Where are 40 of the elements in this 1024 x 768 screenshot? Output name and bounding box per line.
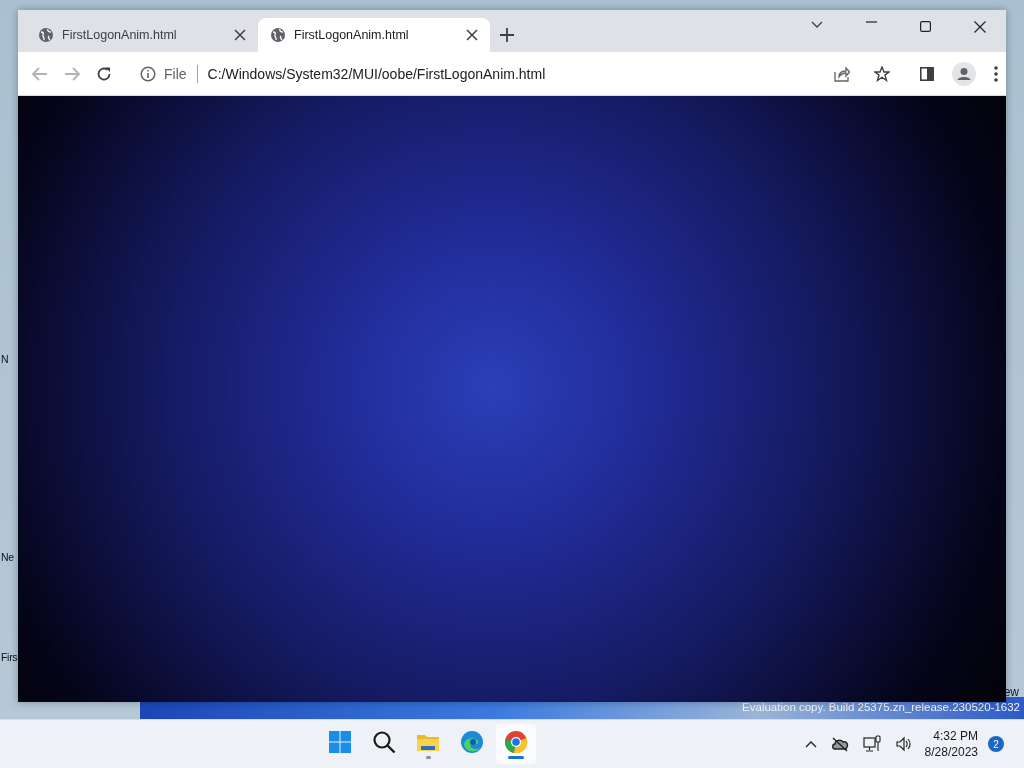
url-text: C:/Windows/System32/MUI/oobe/FirstLogonAnim.html [207,65,546,82]
maximize-icon[interactable] [920,21,931,32]
tab-title: FirstLogonAnim.html [62,28,178,42]
desktop-icon-label[interactable]: Ne [1,550,14,564]
globe-icon [270,27,286,43]
desktop-icon-label[interactable]: N [1,352,9,366]
clock-button[interactable]: 4:32 PM 8/28/2023 [924,728,978,760]
edge-browser-icon [460,729,485,754]
reload-icon[interactable] [96,65,112,82]
watermark-text: Evaluation copy. Build 25375.zn_release.230520-1632 [742,700,1020,715]
globe-icon [38,27,54,43]
clock-date: 8/28/2023 [924,744,978,760]
browser-tab[interactable]: FirstLogonAnim.html [26,18,258,52]
windows-logo-icon [328,729,353,754]
network-icon[interactable] [862,735,881,753]
chevron-down-icon[interactable] [811,21,823,29]
scheme-label: File [164,65,187,82]
side-panel-icon[interactable] [920,66,934,81]
address-bar[interactable]: File C:/Windows/System32/MUI/oobe/FirstLogonAnim.html [128,57,902,90]
search-icon [372,729,397,754]
close-icon[interactable] [974,21,986,33]
tab-title: FirstLogonAnim.html [294,28,410,42]
share-icon[interactable] [834,65,850,82]
running-indicator [508,755,525,759]
cloud-offline-icon[interactable] [830,736,849,752]
star-icon[interactable] [874,65,890,82]
close-icon[interactable] [234,29,246,41]
more-menu-icon[interactable] [994,65,998,82]
profile-icon[interactable] [952,61,976,86]
browser-tab[interactable]: FirstLogonAnim.html [258,18,490,52]
chevron-up-icon[interactable] [804,740,817,748]
close-icon[interactable] [466,29,478,41]
info-icon [140,65,156,82]
speaker-icon[interactable] [894,736,911,752]
running-indicator [425,755,431,759]
clock-time: 4:32 PM [932,728,978,744]
desktop-icon-label[interactable]: Firs [1,650,18,664]
chrome-browser-icon [504,729,529,754]
plus-icon[interactable] [500,28,514,42]
notification-count[interactable]: 2 [988,736,1004,752]
